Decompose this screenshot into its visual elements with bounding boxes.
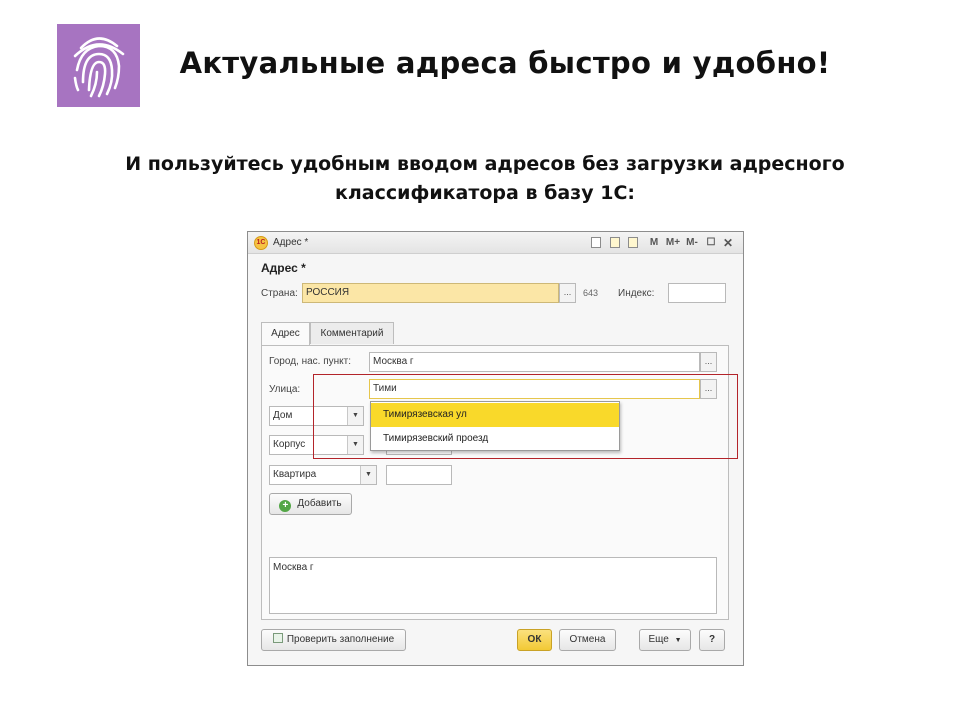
apartment-type-select[interactable]: Квартира ▼	[269, 465, 377, 485]
window-title: Адрес *	[273, 237, 309, 248]
calculator-icon[interactable]	[610, 237, 620, 248]
slide-subtitle: И пользуйтесь удобным вводом адресов без…	[90, 150, 880, 208]
calendar-icon[interactable]	[628, 237, 638, 248]
city-select-button[interactable]: ...	[700, 352, 717, 372]
maximize-icon[interactable]: ☐	[705, 236, 717, 250]
building-type-value: Корпус	[273, 439, 306, 450]
add-button-label: Добавить	[297, 498, 342, 509]
memory-minus-button[interactable]: M-	[684, 236, 700, 250]
memory-plus-button[interactable]: M+	[664, 236, 682, 250]
index-field[interactable]	[668, 283, 726, 303]
country-select-button[interactable]: ...	[559, 283, 576, 303]
tab-comment[interactable]: Комментарий	[310, 322, 394, 344]
chevron-down-icon: ▼	[674, 637, 682, 644]
window-titlebar[interactable]: 1С Адрес * M M+ M- ☐ ✕	[248, 232, 743, 254]
city-label: Город, нас. пункт:	[269, 356, 352, 367]
country-field[interactable]: РОССИЯ	[302, 283, 559, 303]
address-presentation-memo[interactable]: Москва г	[269, 557, 717, 614]
form-heading: Адрес *	[261, 261, 306, 275]
tab-address[interactable]: Адрес	[261, 322, 310, 345]
help-button[interactable]: ?	[699, 629, 725, 651]
fingerprint-icon	[73, 37, 125, 98]
close-icon[interactable]: ✕	[722, 236, 734, 250]
apartment-type-value: Квартира	[273, 469, 317, 480]
more-button[interactable]: Еще ▼	[639, 629, 691, 651]
country-label: Страна:	[261, 288, 298, 299]
subtitle-line-2: классификатора в базу 1С:	[335, 182, 635, 204]
check-icon	[272, 633, 283, 643]
more-button-label: Еще	[648, 634, 669, 645]
plus-icon: +	[279, 500, 292, 512]
country-code: 643	[583, 288, 599, 298]
memory-m-button[interactable]: M	[648, 236, 660, 250]
document-icon[interactable]	[591, 237, 601, 248]
index-label: Индекс:	[618, 288, 655, 299]
check-filling-label: Проверить заполнение	[286, 634, 395, 645]
cancel-button[interactable]: Отмена	[559, 629, 616, 651]
subtitle-line-1: И пользуйтесь удобным вводом адресов без…	[125, 153, 845, 175]
chevron-down-icon[interactable]: ▼	[360, 466, 376, 484]
add-button[interactable]: + Добавить	[269, 493, 352, 515]
apartment-number-field[interactable]	[386, 465, 452, 485]
fingerprint-logo	[57, 24, 140, 107]
app-1c-icon: 1С	[254, 236, 268, 250]
slide-title: Актуальные адреса быстро и удобно!	[179, 46, 831, 80]
street-label: Улица:	[269, 384, 301, 395]
check-filling-button[interactable]: Проверить заполнение	[261, 629, 406, 651]
highlight-frame	[313, 374, 738, 459]
city-field[interactable]: Москва г	[369, 352, 700, 372]
house-type-value: Дом	[273, 410, 293, 421]
ok-button[interactable]: ОК	[517, 629, 552, 651]
